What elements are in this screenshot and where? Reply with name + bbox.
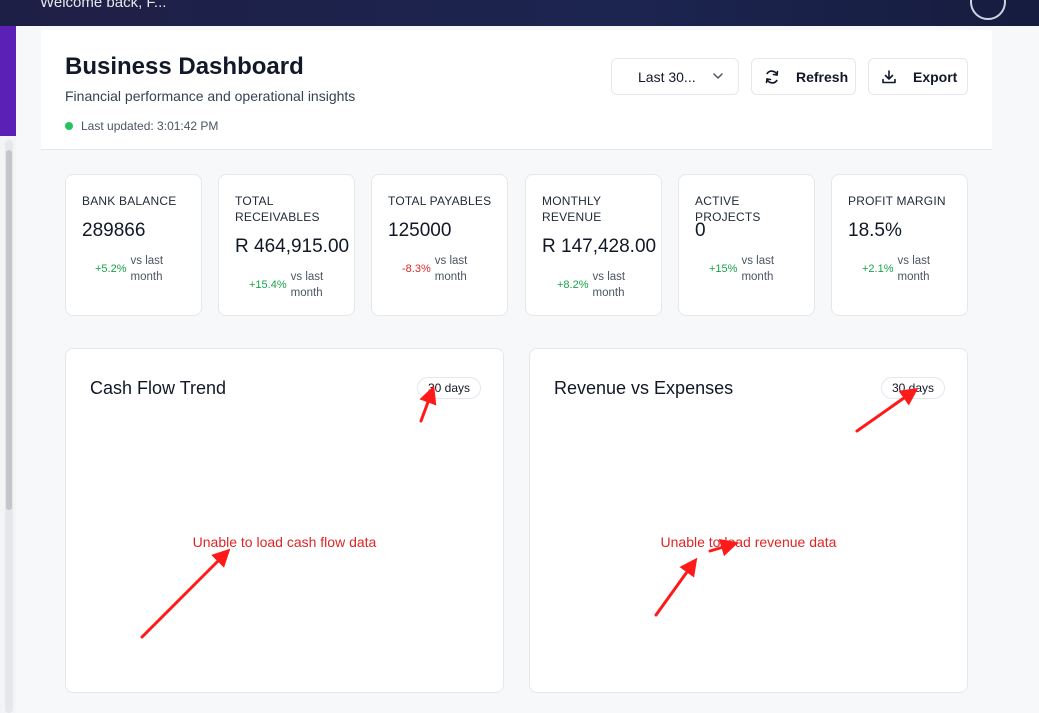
annotation-arrow: [140, 548, 231, 639]
annotation-arrows: [140, 385, 919, 639]
annotation-arrow: [419, 385, 437, 423]
annotation-arrow: [654, 557, 698, 617]
annotation-arrow: [708, 538, 739, 557]
annotation-arrow: [855, 387, 919, 433]
